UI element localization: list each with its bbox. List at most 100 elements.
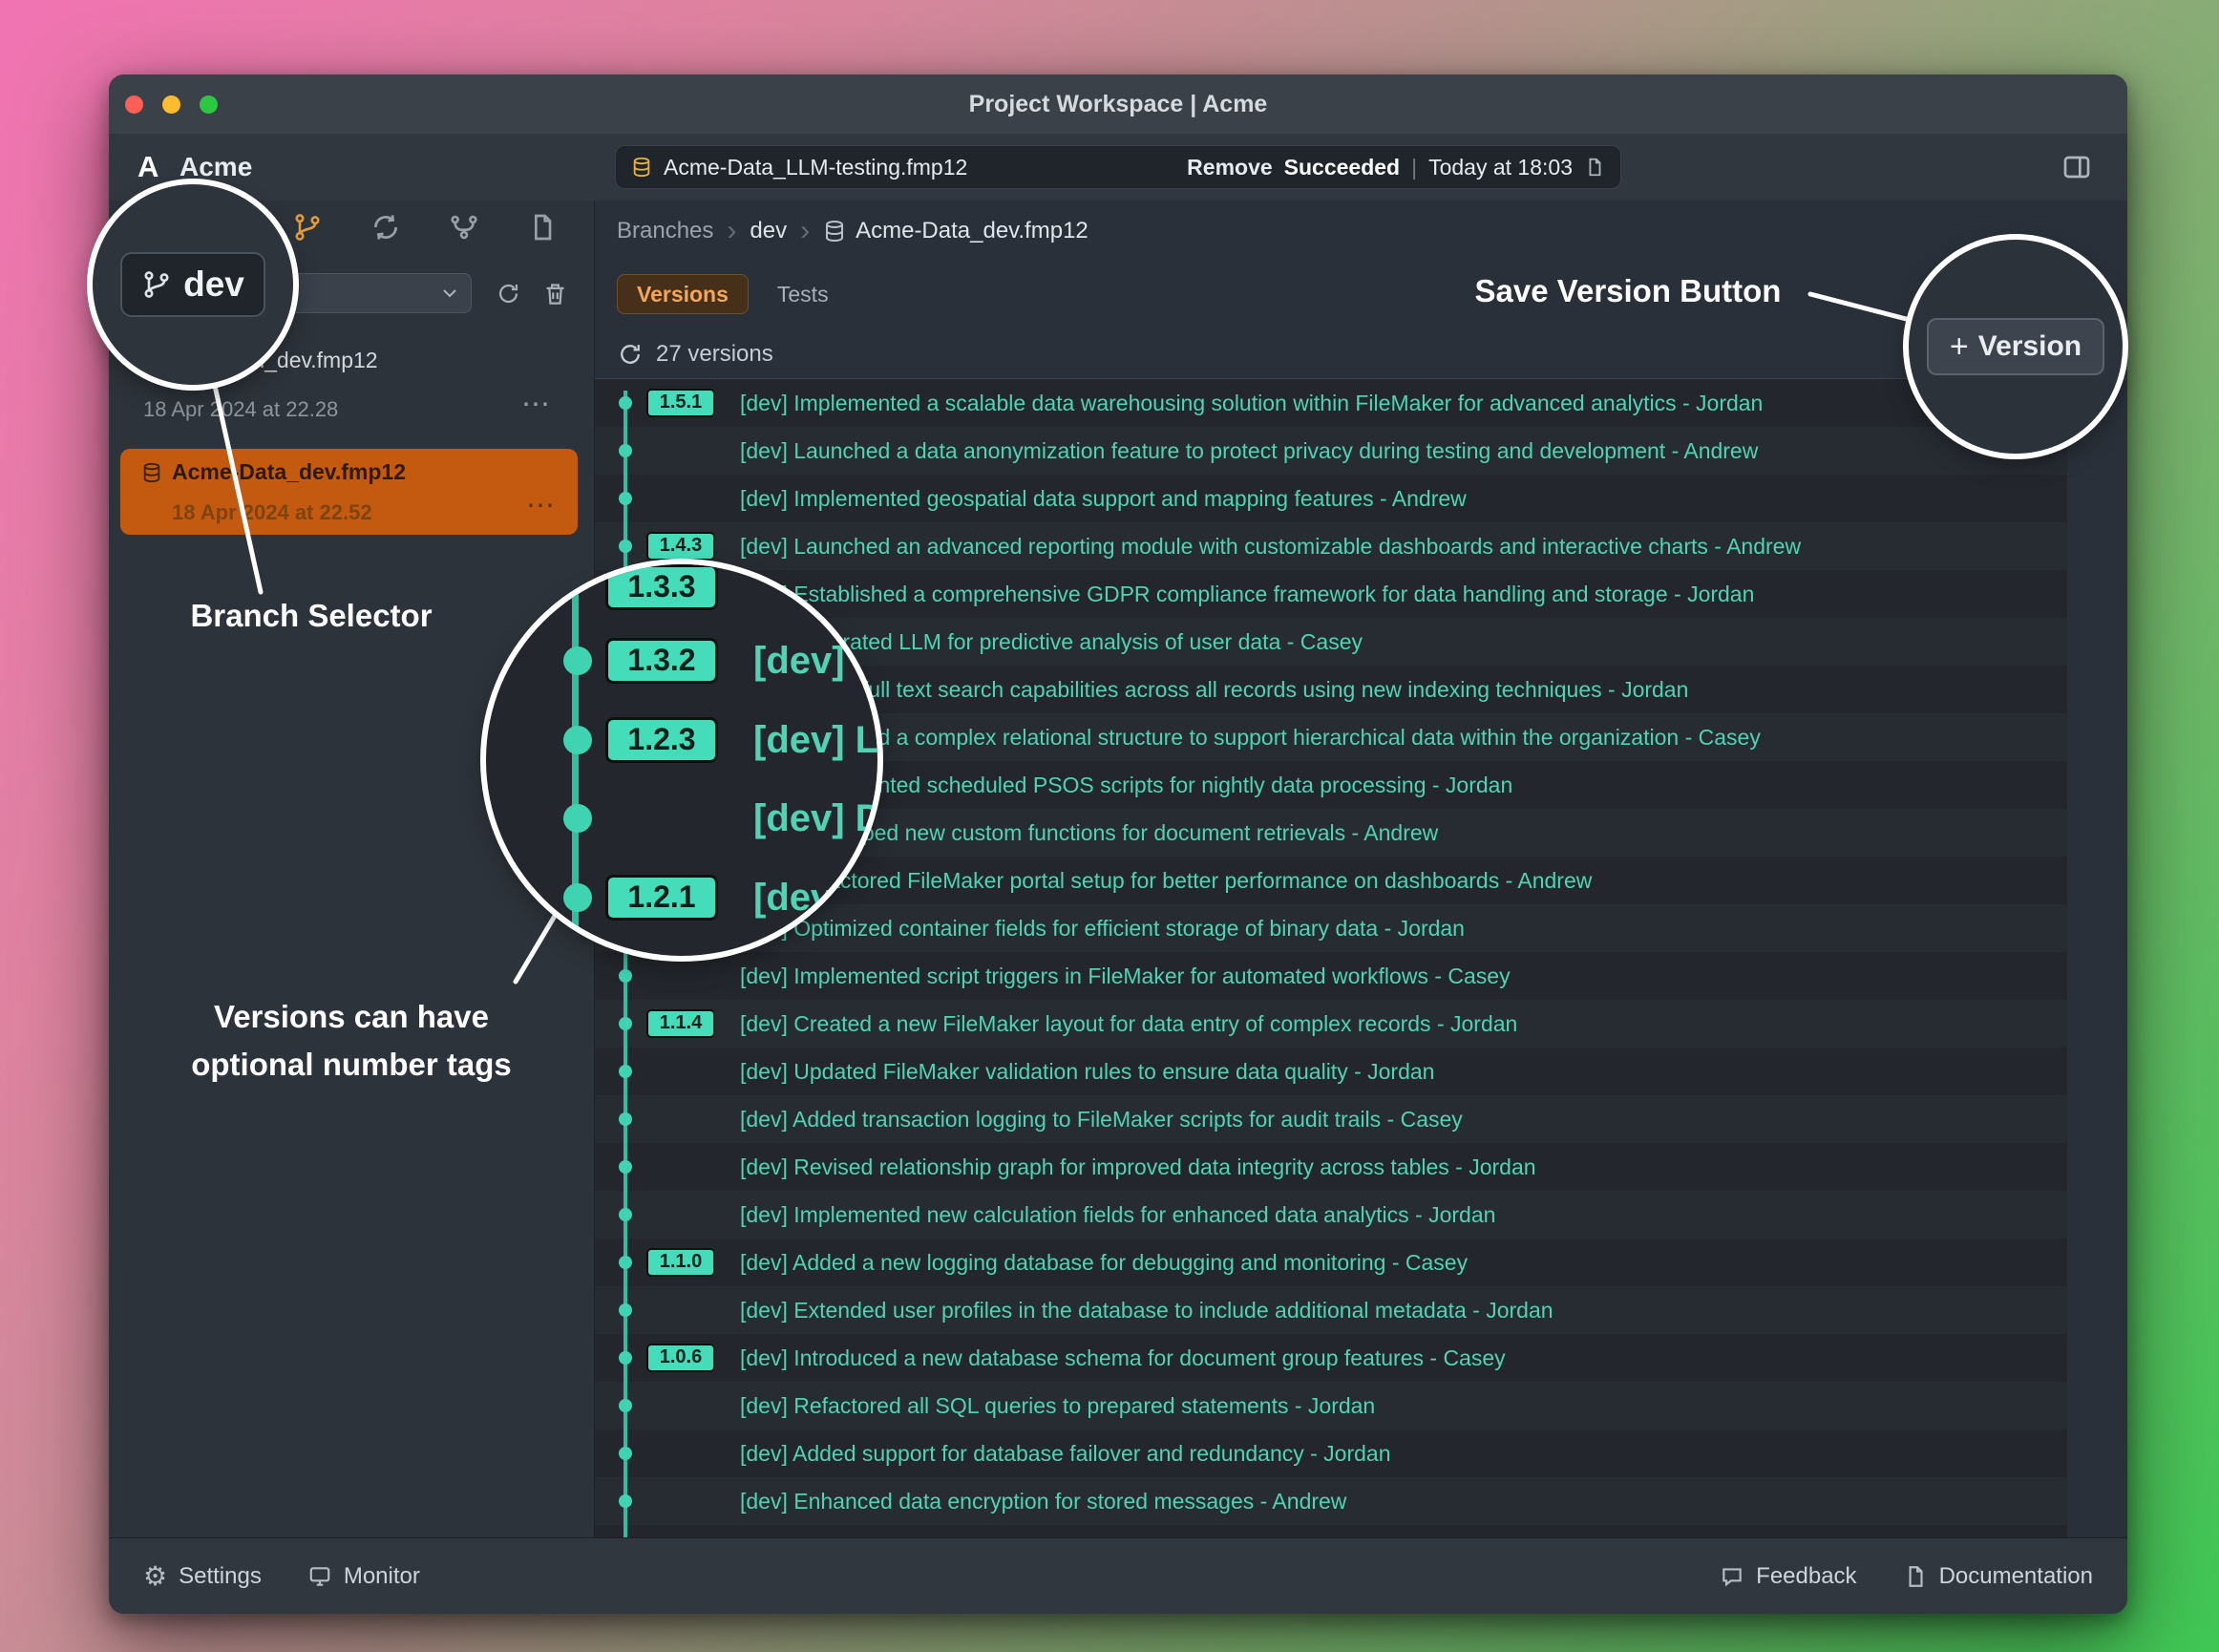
delete-branch-icon[interactable] (542, 281, 568, 307)
commit-dot-icon (619, 1447, 632, 1460)
version-row[interactable]: [dev] Revised relationship graph for imp… (595, 1143, 2067, 1191)
selected-file-date: 18 Apr 2024 at 22.52 (172, 500, 372, 525)
gradient-background: Project Workspace | Acme A Acme Acme-Dat… (0, 0, 2219, 1652)
file-item-name[interactable]: l_dev.fmp12 (260, 348, 378, 373)
version-row[interactable]: [dev] Implemented script triggers in Fil… (595, 952, 2067, 1000)
number-tags-line2: optional number tags (160, 1041, 542, 1089)
version-message: [dev] Created a new FileMaker layout for… (740, 1000, 1517, 1048)
tab-tests[interactable]: Tests (777, 282, 829, 307)
version-message: [dev] Optimized container fields for eff… (740, 904, 1465, 952)
plus-icon: + (1950, 330, 1969, 363)
commit-dot-icon (619, 1399, 632, 1412)
version-row[interactable]: [dev] Refactored all SQL queries to prep… (595, 1382, 2067, 1430)
sidebar-tab-icons (292, 212, 558, 243)
chevron-down-icon (438, 282, 461, 305)
git-branch-icon (141, 269, 172, 300)
monitor-button[interactable]: Monitor (307, 1563, 420, 1590)
commit-dot-icon (619, 1494, 632, 1508)
documentation-icon (1903, 1564, 1928, 1589)
version-row[interactable]: [dev] Launched a data anonymization feat… (595, 427, 2067, 475)
breadcrumb-branches[interactable]: Branches (617, 218, 713, 244)
breadcrumb-branch[interactable]: dev (750, 218, 787, 244)
feedback-button[interactable]: Feedback (1720, 1563, 1856, 1590)
version-tag-badge: 1.0.6 (646, 1344, 715, 1372)
feedback-label: Feedback (1756, 1563, 1856, 1590)
minimize-window-button[interactable] (162, 95, 180, 114)
file-status-chip[interactable]: Acme-Data_LLM-testing.fmp12 Remove Succe… (615, 145, 1621, 189)
window-title: Project Workspace | Acme (109, 74, 2127, 134)
database-icon (631, 157, 652, 178)
commit-dot-icon (619, 1160, 632, 1174)
merge-tab-icon[interactable] (449, 212, 479, 243)
settings-button[interactable]: ⚙ Settings (143, 1563, 262, 1590)
magnified-message-fragment: [dev (753, 875, 832, 921)
version-tag-badge: 1.5.1 (646, 389, 715, 417)
file-item-menu-icon[interactable]: ⋯ (521, 388, 552, 421)
status-bar: ⚙ Settings Monitor Feedback Documentatio… (109, 1537, 2127, 1614)
version-row[interactable]: 1.1.4 [dev] Created a new FileMaker layo… (595, 1000, 2067, 1048)
version-row[interactable]: [dev] Enhanced data encryption for store… (595, 1477, 2067, 1525)
refresh-branches-icon[interactable] (496, 281, 521, 307)
feedback-bubble-icon (1720, 1564, 1744, 1589)
version-row[interactable]: [dev] Extended user profiles in the data… (595, 1286, 2067, 1334)
commit-dot-icon (619, 969, 632, 983)
breadcrumb: Branches › dev › Acme-Data_dev.fmp12 (617, 214, 1088, 248)
chip-timestamp: Today at 18:03 (1428, 155, 1573, 180)
magnified-commit-dot (563, 726, 592, 754)
files-tab-icon[interactable] (527, 212, 558, 243)
file-item-selected[interactable]: Acme-Data_dev.fmp12 18 Apr 2024 at 22.52… (120, 449, 578, 535)
breadcrumb-filename: Acme-Data_dev.fmp12 (856, 218, 1088, 244)
chip-status: Succeeded (1284, 155, 1400, 180)
branch-name: dev (183, 265, 244, 305)
version-row[interactable]: 1.0.6 [dev] Introduced a new database sc… (595, 1334, 2067, 1382)
file-item-menu-icon[interactable]: ⋯ (526, 489, 557, 522)
version-row[interactable]: [dev] Updated FileMaker validation rules… (595, 1048, 2067, 1095)
magnified-version-tag: 1.2.3 (605, 717, 718, 763)
log-document-icon[interactable] (1584, 157, 1605, 178)
version-row[interactable]: 1.1.0 [dev] Added a new logging database… (595, 1239, 2067, 1286)
save-version-button[interactable]: + Version (1927, 318, 2104, 375)
version-row[interactable]: 1.5.1 [dev] Implemented a scalable data … (595, 379, 2067, 427)
version-row[interactable]: [dev] Added support for database failove… (595, 1430, 2067, 1477)
sync-tab-icon[interactable] (370, 212, 401, 243)
branch-selector-pill: dev (120, 252, 265, 317)
toggle-panel-icon[interactable] (2060, 152, 2093, 182)
version-message: [dev] Updated FileMaker validation rules… (740, 1048, 1434, 1095)
refresh-versions-icon[interactable] (617, 341, 644, 368)
breadcrumb-separator: › (800, 217, 810, 245)
version-tag-badge: 1.4.3 (646, 532, 715, 561)
documentation-button[interactable]: Documentation (1903, 1563, 2093, 1590)
version-message: [dev] Introduced a new database schema f… (740, 1334, 1506, 1382)
commit-dot-icon (619, 1208, 632, 1221)
database-icon (823, 220, 846, 243)
version-row[interactable]: [dev] Added transaction logging to FileM… (595, 1095, 2067, 1143)
version-message: [dev] Added support for database failove… (740, 1430, 1391, 1477)
titlebar: Project Workspace | Acme (109, 74, 2127, 135)
version-row[interactable]: [dev] Implemented geospatial data suppor… (595, 475, 2067, 522)
version-row[interactable]: 1.4.3 [dev] Launched an advanced reporti… (595, 522, 2067, 570)
commit-dot-icon (619, 1065, 632, 1078)
version-message: [dev] Established a comprehensive GDPR c… (740, 570, 1754, 618)
version-message: [dev] Launched an advanced reporting mod… (740, 522, 1801, 570)
chip-action: Remove (1187, 155, 1272, 180)
version-message: [dev] Revised relationship graph for imp… (740, 1143, 1536, 1191)
monitor-icon (307, 1564, 332, 1589)
version-message: [dev] Extended user profiles in the data… (740, 1286, 1553, 1334)
save-version-annotation-label: Save Version Button (1447, 273, 1809, 309)
zoom-window-button[interactable] (200, 95, 218, 114)
version-tag-badge: 1.1.0 (646, 1248, 715, 1277)
version-row[interactable]: [dev] Implemented new calculation fields… (595, 1191, 2067, 1239)
version-message: [dev] Added a new logging database for d… (740, 1239, 1468, 1286)
close-window-button[interactable] (125, 95, 143, 114)
magnified-commit-dot (563, 883, 592, 912)
documentation-label: Documentation (1939, 1563, 2093, 1590)
branches-tab-icon[interactable] (292, 212, 323, 243)
gear-icon: ⚙ (143, 1563, 167, 1590)
timeline-line (623, 391, 627, 1537)
magnified-version-tag: 1.3.3 (605, 564, 718, 610)
tab-versions[interactable]: Versions (617, 274, 749, 314)
version-message: [dev] Refactored FileMaker portal setup … (740, 857, 1592, 904)
version-message: [dev] Implemented geospatial data suppor… (740, 475, 1467, 522)
version-list: 1.5.1 [dev] Implemented a scalable data … (595, 379, 2067, 1525)
version-row[interactable]: 1.3.3 [dev] Established a comprehensive … (595, 570, 2067, 618)
